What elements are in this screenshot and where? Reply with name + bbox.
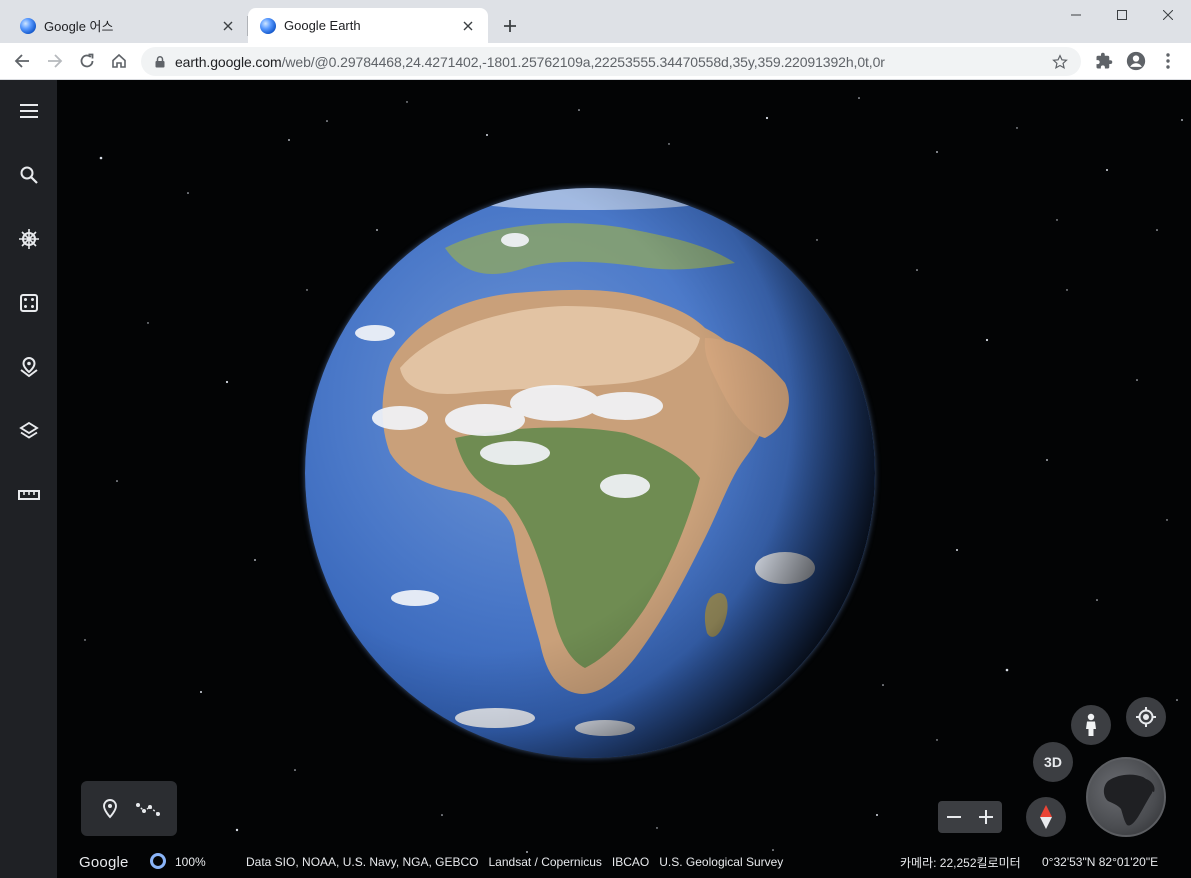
maximize-button[interactable] [1099, 0, 1145, 30]
path-line-icon [136, 802, 160, 816]
google-logo: Google [79, 853, 129, 871]
plus-icon [504, 20, 516, 32]
url-path: /web/@0.29784468,24.4271402,-1801.257621… [281, 53, 885, 70]
rail-projects-button[interactable] [14, 352, 44, 382]
minimize-button[interactable] [1053, 0, 1099, 30]
close-icon [1163, 10, 1173, 20]
loading-ring-icon [150, 853, 166, 869]
tab-title: Google Earth [284, 18, 361, 33]
reload-icon [80, 53, 94, 68]
add-placemark-button[interactable] [97, 796, 123, 822]
star-icon[interactable] [1051, 53, 1069, 71]
window-controls [1053, 0, 1191, 30]
url-text: earth.google.com/web/@0.29784468,24.4271… [175, 54, 1051, 70]
tab-strip: Google 어스 Google Earth [0, 0, 1191, 43]
cursor-coordinates: 0°32'53"N 82°01'20"E [1042, 855, 1159, 869]
my-location-button[interactable] [1126, 697, 1166, 737]
forward-button[interactable] [41, 47, 69, 75]
earth-viewport[interactable] [57, 80, 1191, 878]
tab-google-earth[interactable]: Google Earth [248, 8, 488, 43]
draw-line-button[interactable] [135, 796, 161, 822]
zoom-in-button[interactable] [974, 805, 998, 829]
arrow-left-icon [14, 54, 29, 68]
url-host: earth.google.com [175, 53, 282, 70]
rail-voyager-button[interactable] [14, 224, 44, 254]
tab-google-earth-ko[interactable]: Google 어스 [8, 8, 248, 43]
browser-menu-button[interactable] [1154, 47, 1182, 75]
rail-map-style-button[interactable] [14, 416, 44, 446]
home-icon [112, 53, 126, 68]
minimize-icon [1071, 14, 1081, 16]
loading-percent: 100% [175, 855, 206, 869]
compass-button[interactable] [1026, 797, 1066, 837]
hamburger-icon [20, 104, 38, 118]
rail-search-button[interactable] [14, 160, 44, 190]
zoom-out-button[interactable] [942, 805, 966, 829]
crosshair-location-icon [1136, 707, 1156, 727]
account-icon [1126, 51, 1146, 71]
extensions-button[interactable] [1090, 47, 1118, 75]
left-navigation-rail [0, 80, 57, 878]
map-pin-stack-icon [20, 356, 38, 378]
ruler-icon [18, 490, 40, 500]
plus-icon [979, 810, 993, 824]
puzzle-icon [1096, 52, 1113, 69]
earth-globe[interactable] [305, 188, 875, 758]
maximize-icon [1117, 10, 1127, 20]
camera-altitude: 카메라: 22,252킬로미터 [900, 855, 1021, 870]
layers-icon [19, 421, 39, 439]
toggle-3d-button[interactable]: 3D [1033, 742, 1073, 782]
arrow-right-icon [48, 54, 63, 68]
zoom-controls [938, 801, 1002, 833]
overview-minimap[interactable] [1086, 757, 1166, 837]
data-attribution[interactable]: Data SIO, NOAA, U.S. Navy, NGA, GEBCO La… [246, 855, 783, 869]
lock-icon[interactable] [153, 55, 167, 69]
reload-button[interactable] [73, 47, 101, 75]
close-icon[interactable] [460, 18, 476, 34]
kebab-menu-icon [1166, 53, 1170, 69]
new-tab-button[interactable] [498, 14, 522, 38]
google-earth-favicon-icon [20, 17, 36, 34]
search-icon [20, 166, 38, 184]
rail-menu-button[interactable] [14, 96, 44, 126]
compass-needle-icon [1040, 805, 1052, 829]
rail-feeling-lucky-button[interactable] [14, 288, 44, 318]
profile-button[interactable] [1122, 47, 1150, 75]
drawing-tools-panel [81, 781, 177, 836]
browser-toolbar: earth.google.com/web/@0.29784468,24.4271… [0, 43, 1191, 80]
rail-measure-button[interactable] [14, 480, 44, 510]
status-bar: Google 100% Data SIO, NOAA, U.S. Navy, N… [57, 846, 1191, 878]
window-close-button[interactable] [1145, 0, 1191, 30]
globe-terminator-shadow [305, 188, 875, 758]
ship-wheel-icon [19, 229, 39, 249]
street-view-pegman-button[interactable] [1071, 705, 1111, 745]
address-bar[interactable]: earth.google.com/web/@0.29784468,24.4271… [141, 47, 1081, 76]
google-earth-favicon-icon [260, 17, 276, 34]
back-button[interactable] [8, 47, 36, 75]
home-button[interactable] [105, 47, 133, 75]
close-icon[interactable] [220, 18, 236, 34]
pegman-icon [1086, 713, 1096, 736]
map-pin-icon [103, 798, 117, 818]
tab-title: Google 어스 [44, 19, 114, 34]
minus-icon [947, 816, 961, 818]
dice-icon [20, 294, 38, 312]
